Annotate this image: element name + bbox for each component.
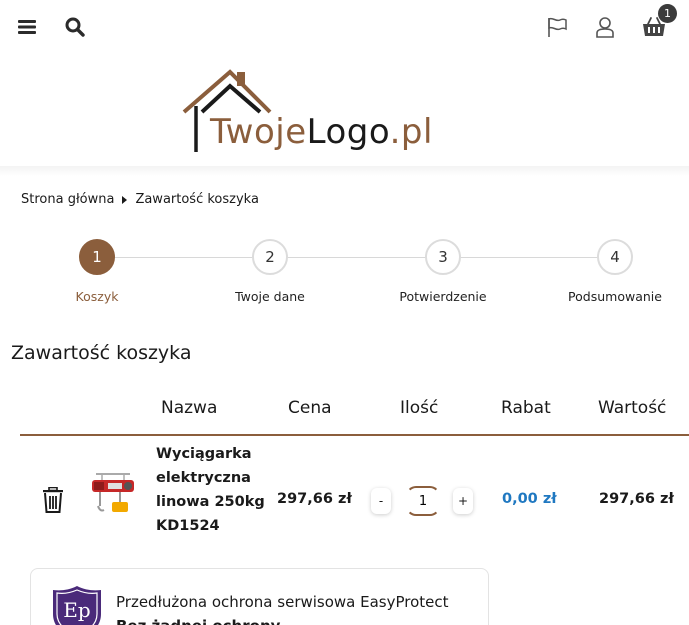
step-number: 3 (425, 239, 461, 275)
warranty-option[interactable]: Ep Przedłużona ochrona serwisowa EasyPro… (30, 568, 489, 625)
user-icon[interactable] (592, 14, 618, 40)
column-header-name: Nazwa (161, 398, 218, 418)
column-header-discount: Rabat (501, 398, 551, 418)
cart-icon[interactable]: 1 (641, 4, 677, 40)
checkout-steps-line (97, 257, 615, 258)
table-header-divider (20, 434, 689, 436)
caret-right-icon (122, 195, 128, 204)
trash-icon[interactable] (42, 486, 64, 513)
breadcrumb-home-link[interactable]: Strona główna (21, 192, 114, 207)
step-podsumowanie[interactable]: 4 Podsumowanie (555, 239, 675, 304)
product-price: 297,66 zł (277, 491, 352, 507)
header-divider (0, 166, 689, 176)
warranty-title: Przedłużona ochrona serwisowa EasyProtec… (116, 593, 449, 611)
breadcrumb-current: Zawartość koszyka (135, 192, 259, 207)
site-logo[interactable]: TwojeLogo.pl (180, 66, 500, 158)
step-number: 1 (79, 239, 115, 275)
easyprotect-logo: Ep (51, 584, 103, 625)
product-image[interactable] (86, 472, 140, 522)
step-number: 2 (252, 239, 288, 275)
search-icon[interactable] (62, 14, 88, 40)
logo-text: TwojeLogo.pl (210, 112, 433, 152)
top-bar: 1 (0, 0, 689, 56)
breadcrumb: Strona główna Zawartość koszyka (21, 192, 259, 207)
qty-input[interactable] (406, 486, 440, 516)
qty-decrease-button[interactable]: - (371, 488, 391, 514)
column-header-price: Cena (288, 398, 332, 418)
step-label: Podsumowanie (568, 289, 662, 304)
step-koszyk[interactable]: 1 Koszyk (37, 239, 157, 304)
step-label: Twoje dane (235, 289, 305, 304)
product-discount: 0,00 zł (502, 491, 557, 507)
step-label: Koszyk (75, 289, 119, 304)
product-value: 297,66 zł (599, 491, 674, 507)
product-name-link[interactable]: Wyciągarka elektryczna linowa 250kg KD15… (156, 442, 268, 538)
column-header-value: Wartość (598, 398, 667, 418)
step-twoje-dane[interactable]: 2 Twoje dane (210, 239, 330, 304)
step-number: 4 (597, 239, 633, 275)
page-title: Zawartość koszyka (11, 342, 192, 364)
qty-increase-button[interactable]: + (453, 488, 473, 514)
step-potwierdzenie[interactable]: 3 Potwierdzenie (383, 239, 503, 304)
flag-icon[interactable] (544, 14, 570, 40)
column-header-qty: Ilość (400, 398, 439, 418)
step-label: Potwierdzenie (399, 289, 487, 304)
cart-count-badge: 1 (658, 4, 677, 23)
warranty-selected-option[interactable]: Bez żadnej ochrony (116, 617, 280, 625)
menu-icon[interactable] (14, 14, 40, 40)
